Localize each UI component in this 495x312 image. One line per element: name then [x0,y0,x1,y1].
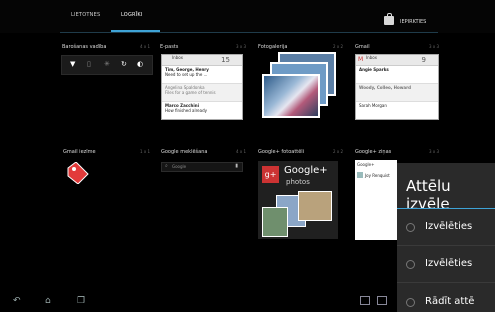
widget-title-gplus-news: Google+ ziņas [355,149,392,155]
widget-title-email: E-pasts [160,44,179,50]
radio-button[interactable] [406,298,415,307]
tab-widgets[interactable]: LOGRĪKI [121,12,143,18]
recent-apps-icon[interactable]: ❐ [77,296,85,306]
gplus-photo [262,207,288,237]
gplus-sub: photos [286,178,310,186]
gplus-brand: Google+ [284,165,328,176]
widget-title-gmail: Gmail [355,44,370,50]
option-divider [397,282,495,283]
gallery-photo [262,74,320,118]
radio-button[interactable] [406,260,415,269]
widget-size-gallery: 2 x 2 [333,44,343,49]
wifi-icon: ▼ [70,60,76,68]
shopping-bag-icon[interactable] [384,13,394,25]
dialog-option-2[interactable]: Izvēlēties [425,258,472,269]
email-inbox-header: Inbox 15 [162,55,242,66]
avatar [357,172,363,178]
gmail-inbox-header: M Inbox 9 [356,55,438,66]
gmail-icon: M [358,56,364,63]
widget-size-gplus-news: 3 x 3 [429,149,439,154]
gps-icon: ✳ [104,60,110,68]
email-widget-preview[interactable]: Inbox 15 Tim, George, Henry Need to set u… [161,54,243,120]
dialog-option-1[interactable]: Izvēlēties [425,221,472,232]
brightness-icon: ◐ [137,60,144,68]
radio-button[interactable] [406,223,415,232]
tab-divider [60,32,438,33]
back-icon[interactable]: ↶ [13,296,21,306]
gplus-news-widget[interactable]: Google+ Joy Renquist [355,160,397,240]
gplus-logo-icon: g+ [262,166,279,183]
store-button-label[interactable]: IEPIRKTIES [400,19,426,25]
dialog-option-3[interactable]: Rādīt attē [425,296,474,307]
list-item: Marco Zacchini How finished already [162,102,242,119]
widget-title-power: Barošanas vadība [62,44,107,50]
bluetooth-icon: ▯ [87,60,91,68]
widget-size-gplus-photos: 2 x 2 [333,149,343,154]
gplus-photo [298,191,332,221]
photo-gallery-widget[interactable] [258,50,338,118]
search-icon: ⌕ [165,163,168,169]
inbox-label: Inbox [172,55,183,60]
gplus-photos-widget[interactable]: g+ Google+ photos [258,161,338,239]
label-tag-icon[interactable] [66,162,90,184]
gallery-icon[interactable] [377,296,387,305]
microphone-icon: ▮ [235,163,238,169]
list-item: Angelina Spaldonka Files for a game of te… [162,84,242,102]
list-item: Angie Sparks [356,66,438,84]
search-hint: Google [172,164,187,169]
widget-title-gmail-label: Gmail iezīme [63,149,96,155]
unread-count: 15 [221,56,230,64]
tab-apps[interactable]: LIETOTNES [71,12,100,18]
widget-title-google-search: Google meklēšana [161,149,208,155]
list-item: Tim, George, Henry Need to set up the ... [162,66,242,84]
list-item: Woody, Colleo, Howard [356,84,438,102]
option-divider [397,245,495,246]
widget-size-gmail: 3 x 3 [429,44,439,49]
widget-title-gplus-photos: Google+ fotoattēli [258,149,305,155]
power-control-widget[interactable]: ▼ ▯ ✳ ↻ ◐ [61,55,153,75]
image-select-dialog[interactable]: Attēlu izvēle Izvēlēties Izvēlēties Rādī… [397,163,495,312]
widget-size-power: 4 x 1 [140,44,150,49]
list-item: Sarah Morgan [356,102,438,119]
widget-size-email: 3 x 3 [236,44,246,49]
widget-size-google-search: 4 x 1 [236,149,246,154]
gmail-widget-preview[interactable]: M Inbox 9 Angie Sparks Woody, Colleo, Ho… [355,54,439,120]
google-search-widget[interactable]: ⌕ Google ▮ [161,162,243,172]
widget-size-gmail-label: 1 x 1 [140,149,150,154]
screenshot-icon[interactable] [360,296,370,305]
gplus-news-user: Joy Renquist [365,173,390,178]
home-icon[interactable]: ⌂ [45,296,51,306]
sync-icon: ↻ [121,60,127,68]
gplus-news-header: Google+ [357,162,375,167]
dialog-title-divider [397,208,495,209]
